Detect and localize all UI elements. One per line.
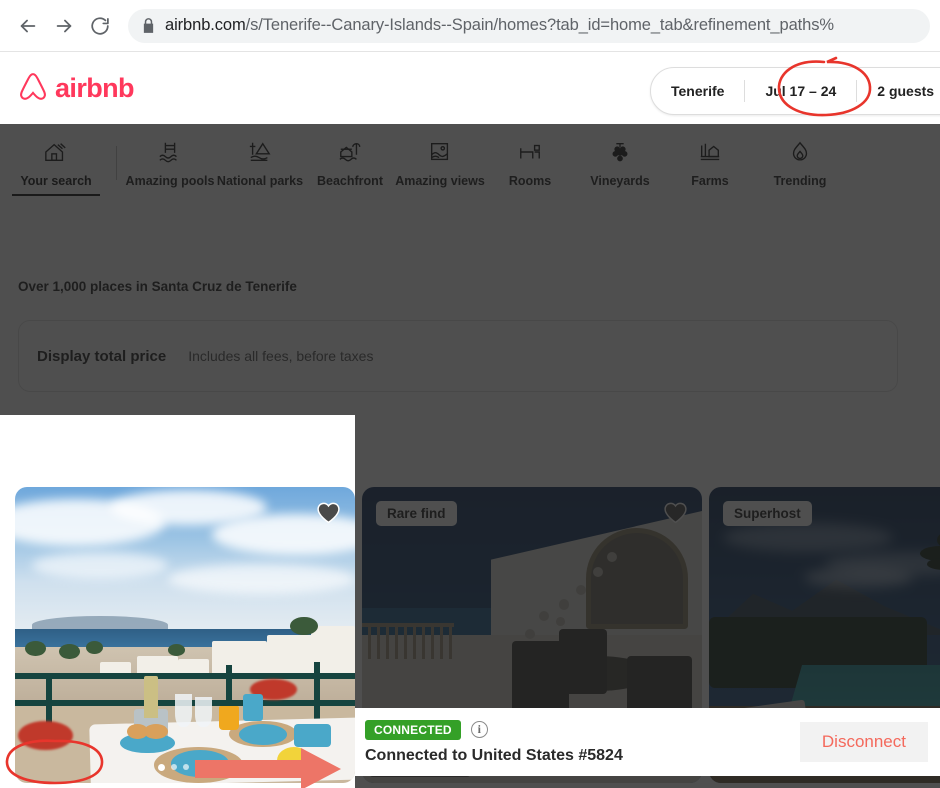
price-panel-title: Display total price bbox=[37, 347, 167, 365]
category-rooms[interactable]: Rooms bbox=[485, 132, 575, 188]
beachfront-icon bbox=[337, 138, 363, 166]
carousel-dot[interactable] bbox=[170, 764, 177, 770]
favorite-heart-icon[interactable] bbox=[662, 499, 688, 525]
carousel-dot[interactable] bbox=[206, 764, 213, 770]
amazing-views-icon bbox=[427, 138, 453, 166]
disconnect-button[interactable]: Disconnect bbox=[799, 722, 928, 762]
back-icon[interactable] bbox=[10, 8, 46, 44]
price-panel-subtitle: Includes all fees, before taxes bbox=[188, 348, 374, 364]
page-content: Your search Amazing pools National parks bbox=[0, 124, 940, 788]
pool-icon bbox=[157, 138, 183, 166]
active-underline bbox=[12, 193, 100, 196]
category-beachfront[interactable]: Beachfront bbox=[305, 132, 395, 188]
vpn-badge-row: CONNECTED i bbox=[365, 719, 800, 740]
carousel-dot[interactable] bbox=[194, 764, 201, 770]
photo-costa-adeje-balcony bbox=[15, 487, 355, 783]
vpn-status-panel: CONNECTED i Connected to United States #… bbox=[355, 708, 940, 776]
barn-icon bbox=[697, 138, 723, 166]
bed-room-icon bbox=[517, 138, 543, 166]
vpn-status-text: Connected to United States #5824 bbox=[365, 746, 623, 764]
airbnb-logo[interactable]: airbnb bbox=[18, 72, 135, 104]
display-total-price-panel[interactable]: Display total price Includes all fees, b… bbox=[18, 320, 898, 392]
category-label: Amazing pools bbox=[125, 174, 215, 188]
address-bar[interactable]: airbnb.com/s/Tenerife--Canary-Islands--S… bbox=[128, 8, 930, 43]
url-text: airbnb.com/s/Tenerife--Canary-Islands--S… bbox=[165, 16, 834, 35]
carousel-dot[interactable] bbox=[157, 764, 165, 771]
listing-card[interactable]: Apartment in Costa Adeje ★ 4.85 (59) Ama… bbox=[15, 487, 355, 788]
favorite-heart-icon[interactable] bbox=[315, 499, 341, 525]
category-nav: Your search Amazing pools National parks bbox=[0, 124, 940, 206]
national-park-icon bbox=[247, 138, 273, 166]
listing-info: Villa in El Sauzal bbox=[709, 783, 940, 788]
search-location[interactable]: Tenerife bbox=[651, 83, 744, 99]
vpn-info-area: CONNECTED i Connected to United States #… bbox=[355, 719, 800, 765]
category-label: Vineyards bbox=[590, 174, 650, 188]
photo-carousel-dots[interactable] bbox=[15, 764, 355, 771]
lock-icon bbox=[142, 18, 155, 33]
browser-toolbar: airbnb.com/s/Tenerife--Canary-Islands--S… bbox=[0, 0, 940, 52]
listing-info: Apartment in Santiago del Teide ★ 4.92 (… bbox=[362, 783, 702, 788]
airbnb-logo-text: airbnb bbox=[55, 72, 135, 103]
listing-photo[interactable] bbox=[15, 487, 355, 783]
category-label: Your search bbox=[20, 174, 92, 188]
forward-icon[interactable] bbox=[46, 8, 82, 44]
carousel-dot[interactable] bbox=[182, 764, 189, 770]
category-farms[interactable]: Farms bbox=[665, 132, 755, 188]
info-icon[interactable]: i bbox=[470, 721, 488, 738]
listing-badge: Superhost bbox=[723, 501, 812, 526]
results-count: Over 1,000 places in Santa Cruz de Tener… bbox=[18, 279, 297, 294]
airbnb-page: airbnb Tenerife Jul 17 – 24 2 guests You… bbox=[0, 52, 940, 788]
category-label: Farms bbox=[691, 174, 729, 188]
category-divider bbox=[116, 146, 117, 180]
category-trending[interactable]: Trending bbox=[755, 132, 845, 188]
category-vineyards[interactable]: Vineyards bbox=[575, 132, 665, 188]
listing-info: Apartment in Costa Adeje ★ 4.85 (59) Ama… bbox=[15, 783, 355, 788]
category-your-search[interactable]: Your search bbox=[0, 132, 112, 196]
search-dates[interactable]: Jul 17 – 24 bbox=[745, 83, 856, 99]
category-label: Amazing views bbox=[395, 174, 485, 188]
category-label: Rooms bbox=[508, 174, 552, 188]
url-host: airbnb.com bbox=[165, 16, 246, 34]
listing-badge: Rare find bbox=[376, 501, 457, 526]
site-header: airbnb Tenerife Jul 17 – 24 2 guests bbox=[0, 52, 940, 124]
category-label: National parks bbox=[216, 174, 304, 188]
category-amazing-views[interactable]: Amazing views bbox=[395, 132, 485, 188]
category-label: Trending bbox=[773, 174, 827, 188]
grapes-icon bbox=[607, 138, 633, 166]
airbnb-bellhop-icon bbox=[20, 73, 46, 100]
flame-icon bbox=[787, 138, 813, 166]
category-amazing-pools[interactable]: Amazing pools bbox=[125, 132, 215, 188]
status-badge: CONNECTED bbox=[365, 719, 461, 740]
reload-icon[interactable] bbox=[82, 8, 118, 44]
search-guests[interactable]: 2 guests bbox=[857, 83, 940, 99]
house-search-icon bbox=[43, 138, 69, 166]
category-label: Beachfront bbox=[317, 174, 383, 188]
url-path: /s/Tenerife--Canary-Islands--Spain/homes… bbox=[245, 16, 834, 34]
search-bar[interactable]: Tenerife Jul 17 – 24 2 guests bbox=[650, 67, 940, 115]
category-national-parks[interactable]: National parks bbox=[215, 132, 305, 188]
